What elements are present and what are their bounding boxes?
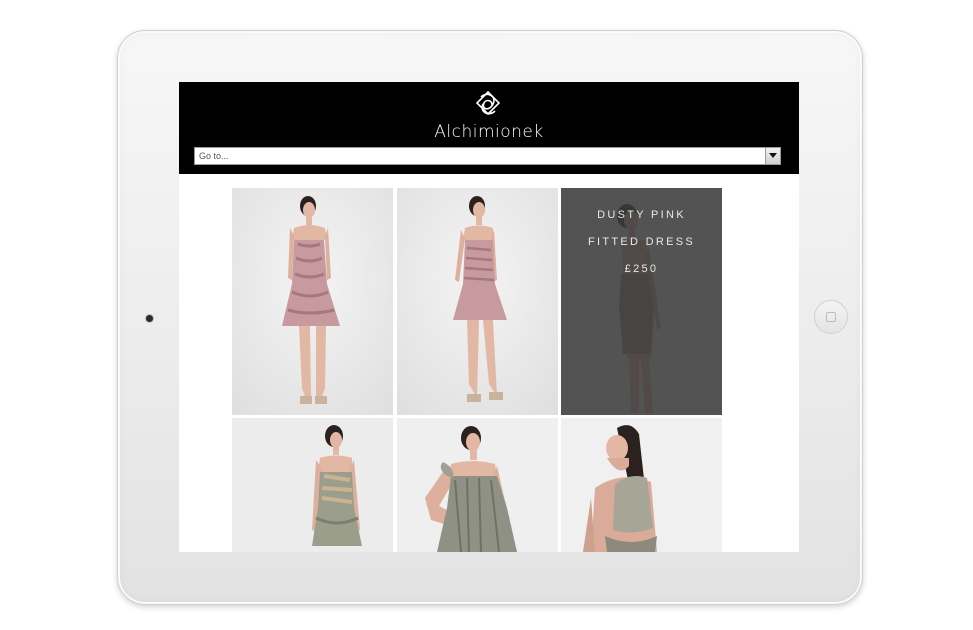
site-header: Alchimionek Go to... <box>179 82 799 174</box>
home-button-icon <box>826 312 836 322</box>
product-photo-1 <box>232 188 393 415</box>
brand-name[interactable]: Alchimionek <box>179 122 799 142</box>
product-photo-4 <box>232 418 393 552</box>
product-tile-5[interactable] <box>397 418 558 552</box>
product-tile-6[interactable] <box>561 418 722 552</box>
dress-shape <box>613 476 653 533</box>
product-photo-5 <box>397 418 558 552</box>
product-title-line1: DUSTY PINK <box>597 209 686 221</box>
tablet-screen: Alchimionek Go to... DUSTY PINK FITTED D… <box>179 82 799 552</box>
product-photo-6 <box>561 418 722 552</box>
brand-logo-icon[interactable] <box>472 89 504 119</box>
product-tile-4[interactable] <box>232 418 393 552</box>
product-photo-2 <box>397 188 558 415</box>
product-title-line2: FITTED DRESS <box>587 236 696 248</box>
product-info-overlay[interactable]: DUSTY PINK FITTED DRESS £250 <box>561 188 722 415</box>
product-tile-2[interactable] <box>397 188 558 415</box>
front-camera <box>146 315 153 322</box>
product-tile-1[interactable] <box>232 188 393 415</box>
home-button[interactable] <box>814 300 848 334</box>
chevron-down-icon[interactable] <box>765 148 780 164</box>
product-price: £250 <box>624 263 659 275</box>
goto-select[interactable]: Go to... <box>194 147 781 165</box>
goto-select-value: Go to... <box>199 151 229 161</box>
product-tile-3[interactable]: DUSTY PINK FITTED DRESS £250 <box>561 188 722 415</box>
